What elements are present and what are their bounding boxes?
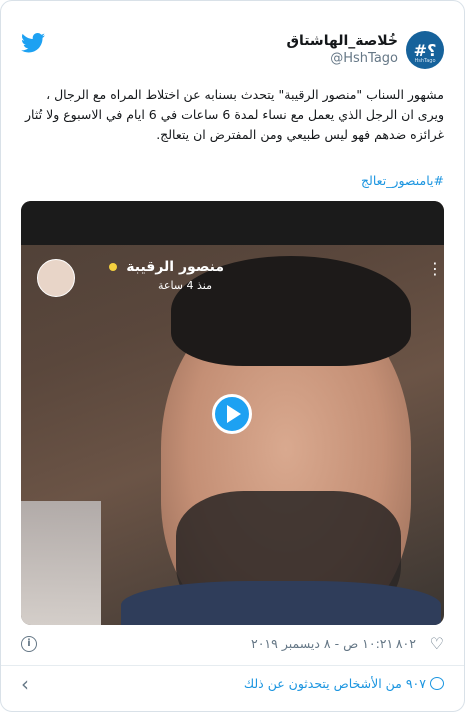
more-vertical-icon: ⋮ [427, 259, 443, 278]
speech-bubble-icon [430, 677, 444, 690]
divider [1, 665, 464, 666]
snap-avatar [37, 259, 75, 297]
video-top-band [21, 201, 444, 245]
info-icon[interactable]: i [21, 636, 37, 652]
people-talking-link[interactable]: ٩٠٧ من الأشخاص يتحدثون عن ذلك [244, 676, 444, 691]
video-player[interactable]: ⋮ منصور الرقيبة منذ 4 ساعة [21, 201, 444, 625]
car-window [21, 501, 101, 625]
snap-overlay-bar: ⋮ منصور الرقيبة منذ 4 ساعة [31, 259, 443, 299]
tweet-text: مشهور السناب "منصور الرقيبة" يتحدث بسناب… [25, 87, 444, 142]
avatar[interactable]: #؟ HshTago [406, 31, 444, 69]
snap-verified-dot-icon [109, 263, 118, 271]
tweet-datetime[interactable]: ١٠:٢١ ص - ٨ ديسمبر ٢٠١٩ [251, 636, 393, 651]
user-handle[interactable]: @HshTago [286, 50, 398, 68]
heart-icon[interactable]: ♡ [430, 636, 444, 652]
tweet-card: خُلاصة_الهاشتاق @HshTago #؟ HshTago مشهو… [0, 0, 465, 712]
twitter-bird-icon[interactable] [21, 33, 45, 53]
author-names[interactable]: خُلاصة_الهاشتاق @HshTago [286, 32, 398, 68]
snap-account-name: منصور الرقيبة [109, 259, 224, 275]
snap-time: منذ 4 ساعة [157, 279, 212, 292]
tweet-footer: ‹ ٩٠٧ من الأشخاص يتحدثون عن ذلك [21, 674, 444, 696]
play-button[interactable] [212, 394, 252, 434]
avatar-text: #؟ [413, 40, 437, 60]
video-shirt [121, 581, 441, 625]
like-count[interactable]: ٨٠٢ [396, 636, 416, 651]
display-name[interactable]: خُلاصة_الهاشتاق [286, 32, 398, 50]
people-talking-text: ٩٠٧ من الأشخاص يتحدثون عن ذلك [243, 676, 426, 691]
play-icon [227, 405, 241, 423]
avatar-sub-text: HshTago [414, 58, 436, 64]
chevron-left-icon[interactable]: ‹ [21, 674, 29, 694]
hashtag-link[interactable]: #يامنصور_تعالج [361, 173, 444, 188]
tweet-header: خُلاصة_الهاشتاق @HshTago #؟ HshTago [21, 31, 444, 71]
snap-name-text: منصور الرقيبة [126, 259, 224, 275]
tweet-meta: i ١٠:٢١ ص - ٨ ديسمبر ٢٠١٩ ٨٠٢ ♡ [21, 636, 444, 656]
